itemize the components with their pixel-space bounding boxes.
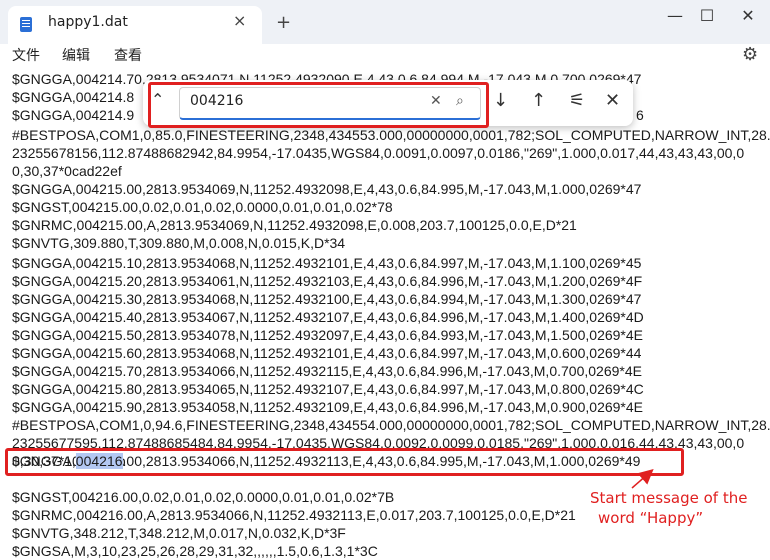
annotation-arrow (631, 469, 654, 489)
editor-line: $GNGSA,M,3,10,23,25,26,28,29,31,32,,,,,,… (12, 543, 378, 559)
annotation-line-2: word “Happy” (598, 509, 704, 527)
annotation-text: Start message of the word “Happy” (590, 488, 747, 528)
annotation-line-1: Start message of the (590, 489, 748, 507)
